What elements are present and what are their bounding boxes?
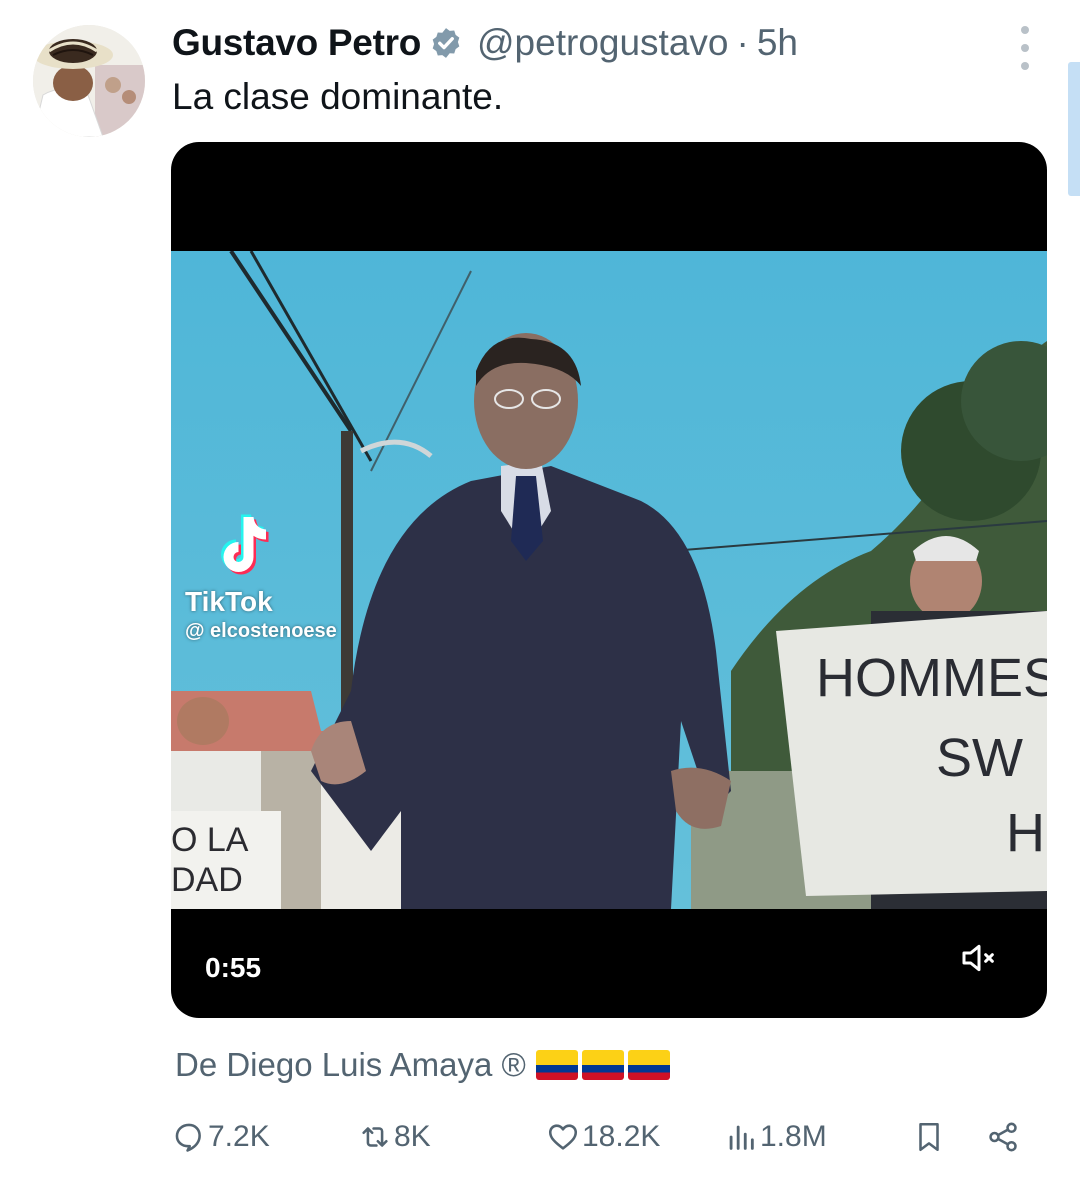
reply-icon <box>175 1123 201 1152</box>
tweet-timestamp[interactable]: 5h <box>757 22 798 64</box>
tiktok-brand-label: TikTok <box>185 586 273 617</box>
retweet-icon <box>362 1127 388 1147</box>
bookmark-button[interactable] <box>912 1112 946 1162</box>
heart-icon <box>548 1124 578 1150</box>
avatar-image <box>33 25 145 137</box>
views-chart-icon <box>729 1125 754 1150</box>
author-display-name[interactable]: Gustavo Petro <box>172 22 421 64</box>
scrollbar[interactable] <box>1068 62 1080 196</box>
author-handle[interactable]: @petrogustavo <box>477 22 728 64</box>
action-bar: 7.2K 8K 18.2K 1.8M <box>172 1112 1032 1162</box>
colombia-flag-icon <box>581 1050 624 1080</box>
retweet-button[interactable]: 8K <box>358 1112 431 1162</box>
colombia-flag-icon <box>627 1050 670 1080</box>
flag-emojis <box>535 1050 670 1080</box>
tweet-text: La clase dominante. <box>172 76 504 117</box>
tiktok-logo-icon <box>221 514 269 575</box>
like-count: 18.2K <box>582 1120 661 1153</box>
sign-left-line2: DAD <box>171 861 243 899</box>
views-button[interactable]: 1.8M <box>724 1112 827 1162</box>
sign-right-line3: H <box>1006 803 1045 863</box>
views-count: 1.8M <box>760 1120 827 1153</box>
more-options-icon[interactable] <box>1012 26 1038 70</box>
tiktok-watermark: TikTok @ elcostenoese <box>185 512 337 643</box>
reply-button[interactable]: 7.2K <box>172 1112 270 1162</box>
tweet[interactable]: Gustavo Petro @petrogustavo · 5h La clas… <box>0 0 1080 1184</box>
mute-icon[interactable] <box>959 938 999 978</box>
share-button[interactable] <box>986 1112 1020 1162</box>
bookmark-icon <box>919 1122 939 1152</box>
share-icon <box>989 1122 1017 1152</box>
retweet-count: 8K <box>394 1120 431 1153</box>
media-attribution[interactable]: De Diego Luis Amaya ® <box>175 1046 670 1084</box>
separator-dot: · <box>736 22 749 63</box>
verified-badge-icon <box>432 28 460 58</box>
sign-right-line1: HOMMES <box>816 648 1047 708</box>
like-button[interactable]: 18.2K <box>546 1112 660 1162</box>
avatar[interactable] <box>33 25 145 137</box>
sign-left-line1: O LA <box>171 821 249 859</box>
sign-right-line2: SW <box>936 728 1023 788</box>
colombia-flag-icon <box>535 1050 578 1080</box>
attribution-text: De Diego Luis Amaya ® <box>175 1046 526 1083</box>
video-duration: 0:55 <box>205 952 262 983</box>
reply-count: 7.2K <box>208 1120 270 1153</box>
tweet-header: Gustavo Petro @petrogustavo · 5h <box>172 18 798 68</box>
video-player[interactable]: O LA DAD VI HOMMES SW H <box>171 142 1047 1018</box>
tiktok-username: @ elcostenoese <box>185 620 337 642</box>
